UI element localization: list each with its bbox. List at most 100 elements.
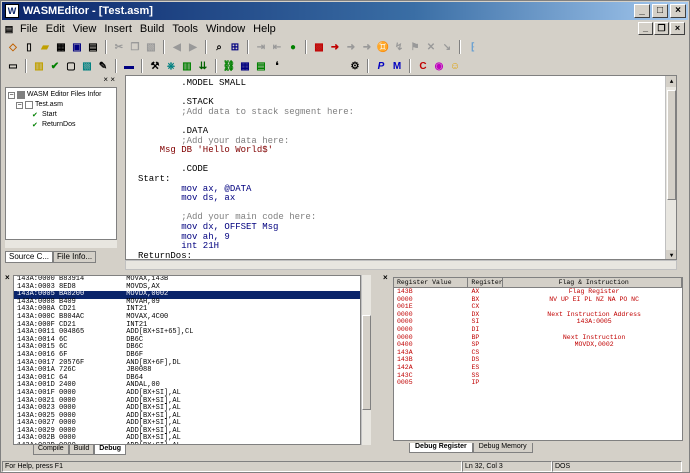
binoculars-icon[interactable]: ♊ [376,40,390,54]
c-icon[interactable]: C [416,59,430,73]
comment-icon[interactable]: ● [286,40,300,54]
undo-icon[interactable]: ◀ [170,40,184,54]
tab-compile[interactable]: Compile [33,445,69,455]
tab-debug[interactable]: Debug [94,445,127,455]
image-icon[interactable]: ▧ [80,59,94,73]
menu-tools[interactable]: Tools [168,23,202,35]
bookmark-icon[interactable]: ⚑ [408,40,422,54]
clear-bp-icon[interactable]: ↘ [440,40,454,54]
flag-instruction [503,326,682,334]
step-out-icon[interactable]: ➜ [360,40,374,54]
pane-close-icon[interactable]: × × [103,75,115,85]
register-table: Register Value Register Flag & Instructi… [393,277,683,441]
tab-build[interactable]: Build [68,445,95,455]
build-icon[interactable]: ⚒ [148,59,162,73]
mdi-minimize-button[interactable]: _ [638,22,653,35]
paste-icon[interactable]: ▧ [144,40,158,54]
p-icon[interactable]: P [374,59,388,73]
pointer-icon[interactable]: ◇ [6,40,20,54]
editor-hscrollbar[interactable] [125,260,677,270]
mdi-close-button[interactable]: × [670,22,685,35]
tab-debug-register[interactable]: Debug Register [409,443,473,453]
open-file-icon[interactable]: ▰ [38,40,52,54]
link-icon[interactable]: ⛓ [222,59,236,73]
register-name: ES [471,363,480,371]
menu-window[interactable]: Window [202,23,249,35]
register-value: 0005 [397,379,413,387]
code-line[interactable]: .MODEL SMALL [138,78,246,89]
indent-icon[interactable]: ⇥ [254,40,268,54]
output-close-icon[interactable]: × [5,273,10,282]
replace-icon[interactable]: ⊞ [228,40,242,54]
tab-file-info[interactable]: File Info... [53,251,97,263]
tree-node-file[interactable]: − Test.asm [8,100,114,110]
menu-view[interactable]: View [69,23,101,35]
save-all-icon[interactable]: ▤ [86,40,100,54]
code-editor[interactable]: ▲ ▼ .MODEL SMALL .STACK ;Add data to sta… [125,75,677,260]
copy-icon[interactable]: ❐ [128,40,142,54]
workspace-icon[interactable]: ▭ [6,59,20,73]
register-row: 0400 SP MOVDX,0002 [394,341,682,349]
register-name: SI [471,318,480,326]
menu-help[interactable]: Help [249,23,280,35]
exe-icon[interactable]: ▤ [254,59,268,73]
mdi-restore-button[interactable]: ❐ [654,22,669,35]
find-icon[interactable]: ⌕ [212,40,226,54]
window-icon[interactable]: ▢ [64,59,78,73]
step-in-icon[interactable]: ➜ [328,40,342,54]
map-icon[interactable]: ▦ [238,59,252,73]
register-row: 143B AX Flag Register [394,288,682,296]
status-mode: DOS [552,460,682,472]
edit-icon[interactable]: ✎ [96,59,110,73]
project-icon[interactable]: ▥ [32,59,46,73]
tree-node-label[interactable]: ✔ ReturnDos [8,120,114,130]
menu-insert[interactable]: Insert [100,23,136,35]
menu-file[interactable]: File [16,23,42,35]
toggle-bp-icon[interactable]: ✕ [424,40,438,54]
flag-instruction: Next Instruction [562,333,626,341]
m-icon[interactable]: M [390,59,404,73]
register-close-icon[interactable]: × [383,273,388,282]
redo-icon[interactable]: ▶ [186,40,200,54]
flag-instruction [503,364,682,372]
maximize-button[interactable]: □ [652,4,668,18]
tab-debug-memory[interactable]: Debug Memory [472,443,533,453]
outdent-icon[interactable]: ⇤ [270,40,284,54]
settings-icon[interactable]: ⚙ [348,59,362,73]
insert-icon[interactable]: ⁅ [466,40,480,54]
save-icon[interactable]: ▣ [70,40,84,54]
tree-node-root[interactable]: − WASM Editor Files Infor [8,90,114,100]
flag-instruction: NV UP EI PL NZ NA PO NC [549,295,639,303]
print-icon[interactable]: ▦ [54,40,68,54]
disk-icon[interactable]: ◉ [432,59,446,73]
debug-icon[interactable]: ⎈ [164,59,178,73]
code-line[interactable]: mov ds, ax [138,193,235,204]
go-icon[interactable]: ⇊ [196,59,210,73]
code-line[interactable]: ;Add data to stack segment here: [138,107,354,118]
minimize-button[interactable]: _ [634,4,650,18]
tab-source-code[interactable]: Source C... [5,251,54,263]
run-icon[interactable]: ↯ [392,40,406,54]
cut-icon[interactable]: ✂ [112,40,126,54]
step-over-icon[interactable]: ➜ [344,40,358,54]
code-line[interactable]: ReturnDos: [138,251,192,259]
compile-icon[interactable]: ▩ [312,40,326,54]
rebuild-icon[interactable]: ▥ [180,59,194,73]
output-icon[interactable]: ▬ [122,59,136,73]
close-button[interactable]: × [670,4,686,18]
smiley-icon[interactable]: ☺ [448,59,462,73]
menu-edit[interactable]: Edit [42,23,69,35]
register-row: 143C SS [394,372,682,380]
new-file-icon[interactable]: ▯ [22,40,36,54]
output-vscrollbar[interactable] [361,275,371,445]
tree-node-label[interactable]: ✔ Start [8,110,114,120]
check-icon[interactable]: ✔ [48,59,62,73]
menu-build[interactable]: Build [136,23,168,35]
register-name: SP [471,341,480,349]
editor-vscrollbar[interactable]: ▲ ▼ [665,76,676,259]
disassembly-list[interactable]: 143A:0000 B83914 MOVAX,143B 143A:0003 8ED… [13,275,361,445]
flag-instruction [503,303,682,311]
code-line[interactable]: Msg DB 'Hello World$' [138,145,273,156]
tree-hscrollbar[interactable] [5,239,117,248]
quote-icon[interactable]: ❛ [270,59,284,73]
